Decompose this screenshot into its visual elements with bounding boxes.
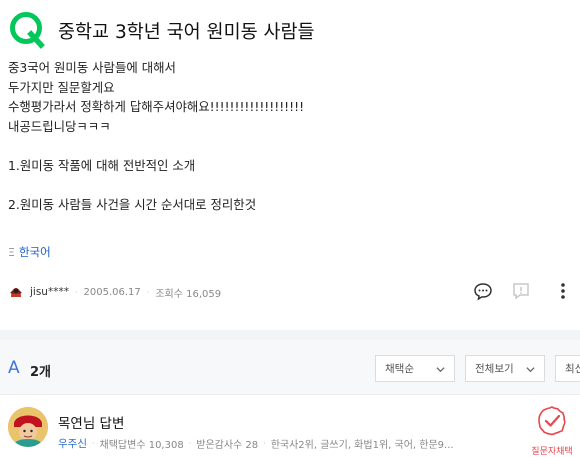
answer-thanks-count: 받은감사수 28 bbox=[196, 440, 259, 451]
question-body-line: 2.원미동 사람들 사건을 시간 순서대로 정리한것 bbox=[8, 197, 257, 213]
answerer-avatar-icon bbox=[8, 407, 48, 447]
answerer-avatar[interactable] bbox=[8, 407, 48, 447]
meta-separator: · bbox=[146, 287, 150, 297]
question-body-line: 1.원미동 작품에 대해 전반적인 소개 bbox=[8, 157, 196, 173]
view-select-value: 전체보기 bbox=[475, 363, 514, 375]
answer-count: 2개 bbox=[30, 365, 52, 380]
answer-card: 목연님 답변 우주신 · 채택답변수 10,308 · 받은감사수 28 · 한… bbox=[0, 395, 580, 457]
view-select[interactable]: 전체보기 bbox=[465, 355, 545, 382]
question-body-line: 내공드립니당ㅋㅋㅋ bbox=[8, 118, 111, 134]
question-meta: jisu**** · 2005.06.17 · 조회수 16,059 bbox=[8, 282, 221, 302]
question-body-line: 두가지만 질문할게요 bbox=[8, 79, 115, 95]
answer-adopted-count: 채택답변수 10,308 bbox=[99, 440, 184, 451]
sort-select[interactable]: 채택순 bbox=[375, 355, 455, 382]
q-logo-icon bbox=[10, 12, 45, 49]
meta-separator: · bbox=[91, 439, 95, 448]
question-author[interactable]: jisu**** bbox=[30, 286, 69, 298]
question-body: 중3국어 원미동 사람들에 대해서 두가지만 질문할게요 수행평가라서 정확하게… bbox=[8, 58, 568, 215]
meta-separator: · bbox=[263, 439, 266, 448]
question-title: 중학교 3학년 국어 원미동 사람들 bbox=[58, 22, 315, 43]
section-divider bbox=[0, 330, 580, 340]
question-section: 중학교 3학년 국어 원미동 사람들 중3국어 원미동 사람들에 대해서 두가지… bbox=[0, 0, 580, 330]
more-options-button[interactable] bbox=[552, 280, 574, 302]
answer-author[interactable]: 우주신 bbox=[58, 436, 87, 451]
answer-a-icon: A bbox=[8, 358, 20, 378]
comment-button[interactable] bbox=[472, 280, 494, 302]
question-body-line: 중3국어 원미동 사람들에 대해서 bbox=[8, 60, 176, 75]
asker-pick-badge: 질문자채택 bbox=[526, 405, 578, 457]
sort-select-value: 채택순 bbox=[385, 363, 414, 375]
chevron-down-icon bbox=[526, 367, 535, 373]
order-select-value: 최신 bbox=[565, 363, 580, 375]
order-select[interactable]: 최신 bbox=[555, 355, 580, 382]
check-badge-icon bbox=[538, 406, 566, 436]
comment-icon bbox=[474, 283, 492, 301]
more-vertical-icon bbox=[561, 283, 565, 299]
answer-categories: 한국사2위, 글쓰기, 화법1위, 국어, 한문9... bbox=[270, 440, 454, 451]
answer-meta: 우주신 · 채택답변수 10,308 · 받은감사수 28 · 한국사2위, 글… bbox=[58, 436, 454, 451]
answer-title: 목연님 답변 bbox=[58, 416, 125, 432]
report-icon bbox=[513, 283, 529, 300]
tag-row: Ξ 한국어 bbox=[8, 244, 51, 260]
tag-icon: Ξ bbox=[8, 245, 15, 259]
asker-pick-label: 질문자채택 bbox=[531, 447, 573, 457]
meta-separator: · bbox=[188, 439, 192, 448]
question-date: 2005.06.17 bbox=[83, 286, 141, 298]
question-views: 조회수 16,059 bbox=[155, 288, 222, 300]
author-avatar-icon[interactable] bbox=[8, 284, 24, 300]
report-button[interactable] bbox=[510, 280, 532, 302]
question-body-line: 수행평가라서 정확하게 답해주셔야해요!!!!!!!!!!!!!!!!!!! bbox=[8, 99, 305, 115]
meta-separator: · bbox=[74, 287, 78, 297]
question-body-line bbox=[8, 136, 568, 156]
chevron-down-icon bbox=[436, 367, 445, 373]
question-body-line bbox=[8, 176, 568, 196]
answers-header: A 2개 채택순 전체보기 최신 bbox=[0, 340, 580, 395]
tag-link[interactable]: 한국어 bbox=[19, 244, 51, 260]
